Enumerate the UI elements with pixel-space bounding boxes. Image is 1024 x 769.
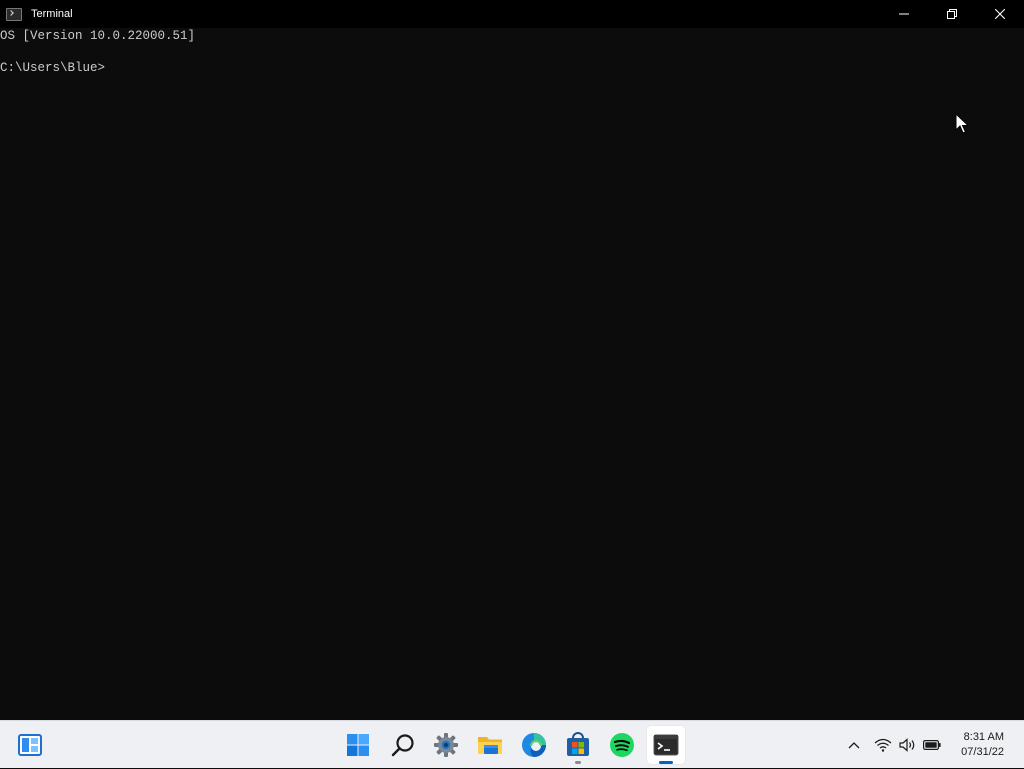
spotify-button[interactable] xyxy=(603,726,641,764)
running-indicator-active xyxy=(659,761,673,764)
close-icon xyxy=(995,9,1005,19)
terminal-window[interactable]: Terminal OS [Version 10.0.22000.51] C:\U… xyxy=(0,0,1024,720)
taskbar: 8:31 AM 07/31/22 xyxy=(0,720,1024,768)
windows-logo-icon xyxy=(347,734,369,756)
edge-icon xyxy=(522,733,546,757)
title-bar[interactable]: Terminal xyxy=(0,0,1024,28)
window-controls xyxy=(880,0,1024,28)
console-line: OS [Version 10.0.22000.51] xyxy=(0,29,196,43)
store-button[interactable] xyxy=(559,726,597,764)
battery-icon xyxy=(923,740,941,750)
terminal-app-icon xyxy=(6,7,22,21)
window-title: Terminal xyxy=(31,8,73,20)
network-button[interactable] xyxy=(872,721,894,769)
edge-button[interactable] xyxy=(515,726,553,764)
console-output[interactable]: OS [Version 10.0.22000.51] C:\Users\Blue… xyxy=(0,28,1024,720)
clock-date: 07/31/22 xyxy=(961,746,1004,758)
clock[interactable]: 8:31 AM 07/31/22 xyxy=(961,730,1004,760)
search-icon xyxy=(391,734,414,757)
store-icon xyxy=(567,732,589,756)
terminal-icon xyxy=(653,734,679,756)
start-button[interactable] xyxy=(339,726,377,764)
console-prompt[interactable]: C:\Users\Blue> xyxy=(0,60,1024,76)
widgets-icon xyxy=(18,734,42,756)
gear-icon xyxy=(434,733,458,757)
minimize-button[interactable] xyxy=(880,0,928,28)
file-explorer-button[interactable] xyxy=(471,726,509,764)
search-button[interactable] xyxy=(384,726,422,764)
restore-icon xyxy=(947,9,957,19)
restore-button[interactable] xyxy=(928,0,976,28)
volume-button[interactable] xyxy=(897,721,919,769)
chevron-up-icon xyxy=(848,742,860,749)
close-button[interactable] xyxy=(976,0,1024,28)
terminal-button[interactable] xyxy=(647,726,685,764)
volume-icon xyxy=(899,738,915,752)
widgets-button[interactable] xyxy=(11,726,49,764)
minimize-icon xyxy=(899,13,909,15)
wifi-icon xyxy=(874,738,892,752)
battery-button[interactable] xyxy=(921,721,943,769)
settings-button[interactable] xyxy=(427,726,465,764)
spotify-icon xyxy=(610,733,634,757)
running-indicator xyxy=(575,761,581,764)
folder-icon xyxy=(478,737,502,754)
tray-overflow-button[interactable] xyxy=(844,721,864,769)
clock-time: 8:31 AM xyxy=(963,731,1004,743)
mouse-pointer-icon xyxy=(955,113,969,134)
